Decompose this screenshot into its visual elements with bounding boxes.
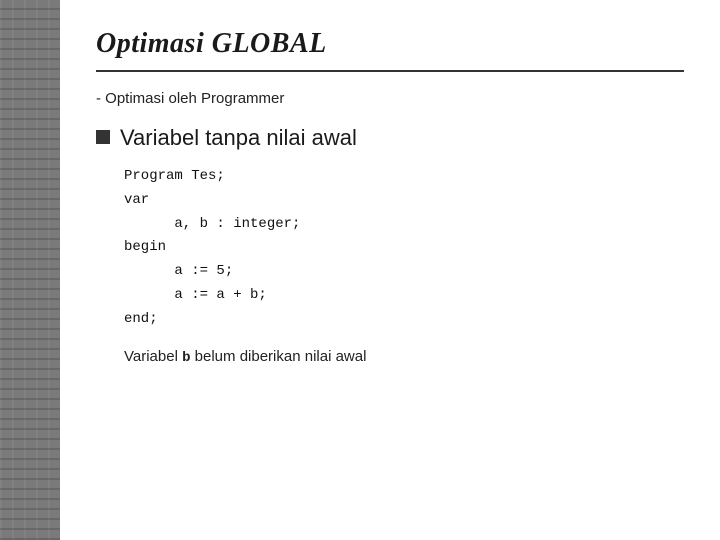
title-divider	[96, 70, 684, 72]
footer-suffix: belum diberikan nilai awal	[191, 348, 367, 365]
main-content: Optimasi GLOBAL - Optimasi oleh Programm…	[60, 0, 720, 540]
code-line-2: var	[124, 192, 149, 208]
sidebar	[0, 0, 60, 540]
footer-note: Variabel b belum diberikan nilai awal	[124, 348, 684, 366]
code-line-6: a := a + b;	[124, 287, 267, 303]
code-line-3: a, b : integer;	[124, 216, 300, 232]
section-bullet: Variabel tanpa nilai awal	[96, 125, 684, 151]
code-line-1: Program Tes;	[124, 168, 225, 184]
page-title: Optimasi GLOBAL	[96, 28, 684, 60]
subtitle: - Optimasi oleh Programmer	[96, 90, 684, 107]
footer-var: b	[182, 350, 190, 366]
code-line-5: a := 5;	[124, 263, 233, 279]
section-title: Variabel tanpa nilai awal	[120, 125, 357, 151]
footer-prefix: Variabel	[124, 348, 182, 365]
bullet-icon	[96, 130, 110, 144]
code-line-4: begin	[124, 239, 166, 255]
code-block: Program Tes; var a, b : integer; begin a…	[124, 165, 684, 332]
code-line-7: end;	[124, 311, 158, 327]
